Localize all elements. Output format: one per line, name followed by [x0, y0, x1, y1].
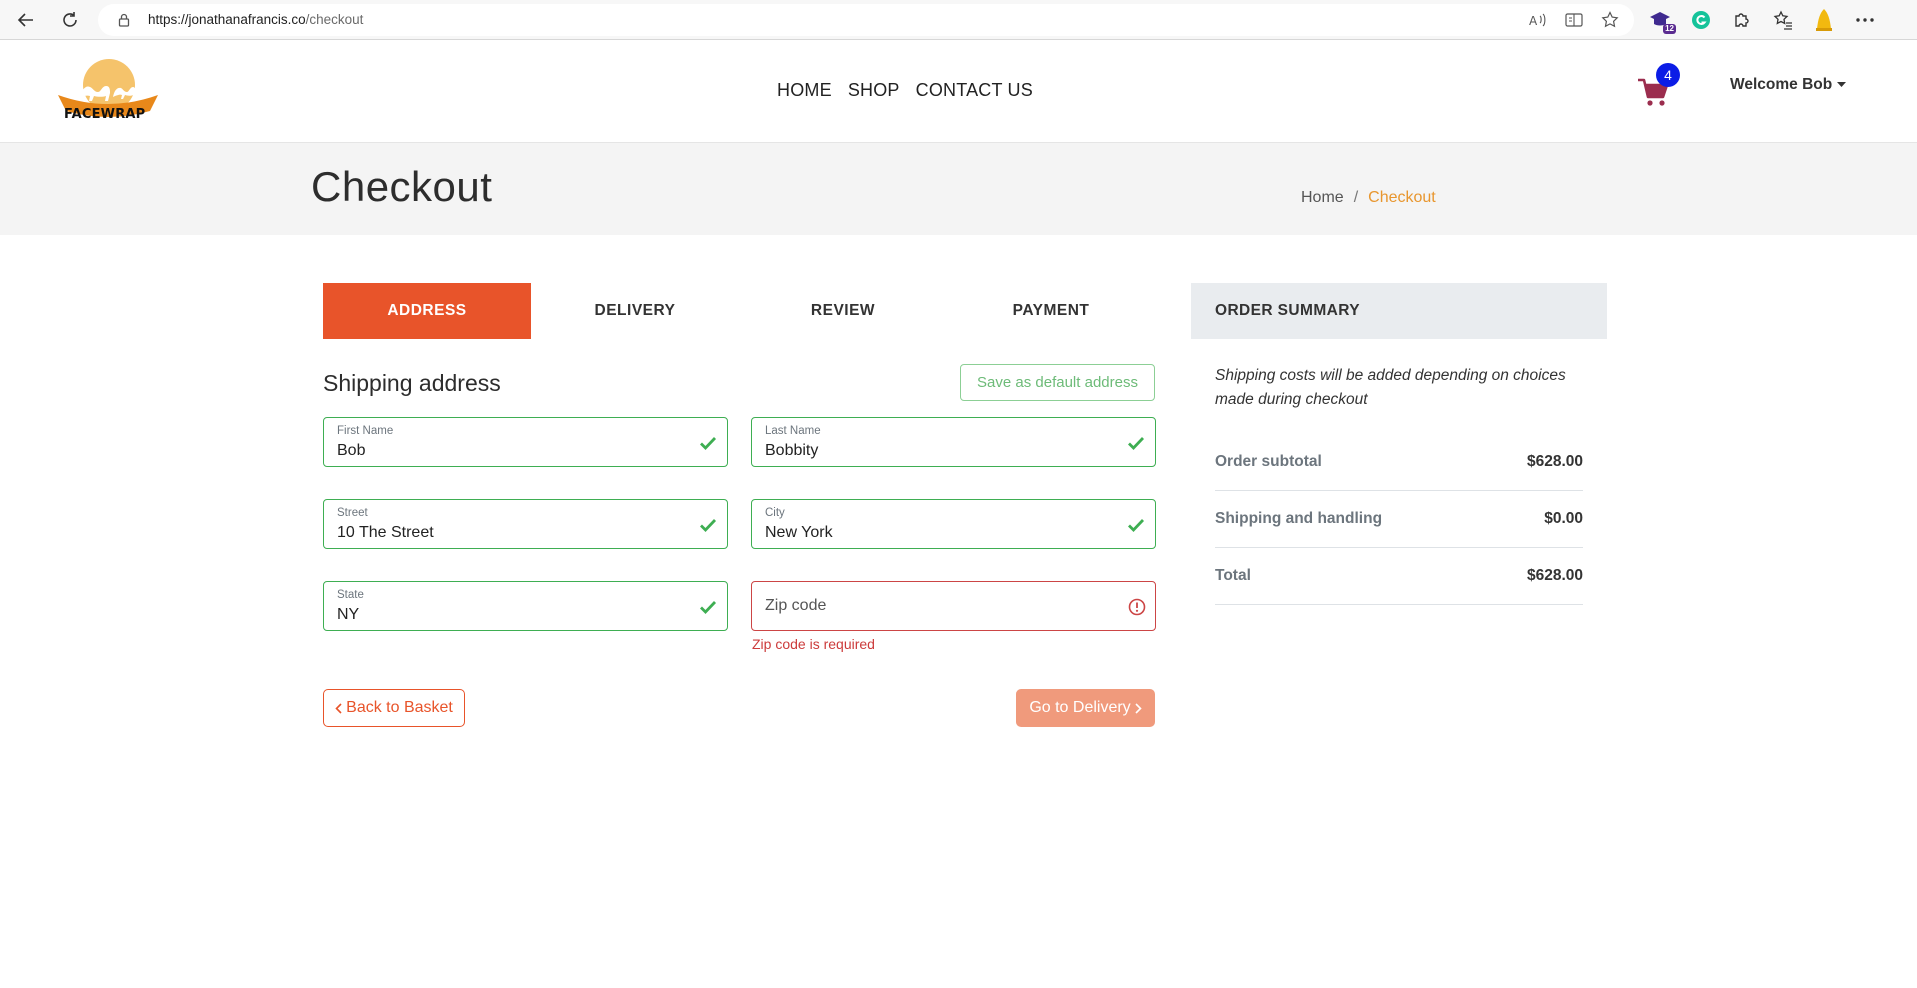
checkmark-icon	[700, 519, 717, 533]
checkmark-icon	[1128, 519, 1145, 533]
back-to-basket-button[interactable]: Back to Basket	[323, 689, 465, 727]
url-host: https://jonathanafrancis.co	[148, 12, 306, 27]
total-row: Total $628.00	[1215, 548, 1583, 605]
breadcrumb-home[interactable]: Home	[1301, 189, 1344, 207]
extensions-puzzle-icon[interactable]	[1730, 8, 1754, 32]
state-value: NY	[337, 606, 360, 623]
shipping-address-heading: Shipping address	[323, 370, 501, 396]
checkmark-icon	[700, 437, 717, 451]
svg-text:A: A	[1529, 14, 1538, 27]
city-field[interactable]: City New York	[751, 499, 1156, 549]
shipping-handling-amount: $0.00	[1544, 510, 1583, 527]
step-address[interactable]: ADDRESS	[323, 283, 531, 339]
checkmark-icon	[700, 601, 717, 615]
breadcrumb-separator: /	[1353, 189, 1359, 206]
first-name-field[interactable]: First Name Bob	[323, 417, 728, 467]
state-field[interactable]: State NY	[323, 581, 728, 631]
browser-toolbar: https://jonathanafrancis.co/checkout A 1…	[0, 0, 1917, 40]
shipping-handling-row: Shipping and handling $0.00	[1215, 491, 1583, 548]
order-subtotal-amount: $628.00	[1526, 453, 1583, 470]
mortarboard-extension-icon[interactable]: 12	[1648, 8, 1676, 34]
address-bar[interactable]: https://jonathanafrancis.co/checkout A	[98, 4, 1634, 36]
checkout-steps: ADDRESS DELIVERY REVIEW PAYMENT	[323, 283, 1155, 339]
total-label: Total	[1215, 567, 1251, 584]
lock-icon[interactable]	[118, 13, 130, 32]
logo-text: FACEWRAP	[64, 107, 146, 122]
step-delivery[interactable]: DELIVERY	[531, 283, 739, 339]
street-label: Street	[337, 507, 368, 519]
page-banner: Checkout Home / Checkout	[0, 143, 1917, 235]
reader-view-icon[interactable]	[1564, 11, 1584, 29]
step-payment[interactable]: PAYMENT	[947, 283, 1155, 339]
last-name-field[interactable]: Last Name Bobbity	[751, 417, 1156, 467]
extension-badge: 12	[1663, 24, 1676, 34]
read-aloud-icon[interactable]: A	[1528, 11, 1548, 29]
error-alert-icon	[1128, 598, 1146, 616]
main-navigation: HOME SHOP CONTACT US	[777, 80, 1033, 101]
cart-count-badge: 4	[1656, 63, 1680, 87]
caret-down-icon	[1837, 82, 1847, 87]
last-name-value: Bobbity	[765, 442, 819, 459]
city-value: New York	[765, 524, 833, 541]
user-menu-dropdown[interactable]: Welcome Bob	[1730, 76, 1847, 94]
step-review[interactable]: REVIEW	[739, 283, 947, 339]
zip-code-error-message: Zip code is required	[752, 636, 875, 652]
first-name-label: First Name	[337, 425, 394, 437]
chevron-left-icon	[335, 702, 342, 714]
breadcrumb: Home / Checkout	[1301, 189, 1436, 207]
breadcrumb-current: Checkout	[1368, 189, 1436, 206]
nav-shop[interactable]: SHOP	[848, 80, 900, 101]
page-title: Checkout	[311, 163, 493, 210]
first-name-value: Bob	[337, 442, 366, 459]
nav-contact-us[interactable]: CONTACT US	[916, 80, 1033, 101]
street-value: 10 The Street	[337, 524, 434, 541]
url-text: https://jonathanafrancis.co/checkout	[148, 12, 363, 27]
more-menu-icon[interactable]	[1853, 8, 1877, 32]
checkmark-icon	[1128, 437, 1145, 451]
profile-icon[interactable]	[1812, 8, 1836, 32]
grammarly-icon[interactable]	[1689, 8, 1713, 32]
shipping-note: Shipping costs will be added depending o…	[1215, 367, 1566, 408]
nav-home[interactable]: HOME	[777, 80, 832, 101]
order-summary-heading: ORDER SUMMARY	[1191, 283, 1607, 339]
site-header: FACEWRAP HOME SHOP CONTACT US 4 Welcome …	[0, 41, 1917, 143]
save-default-address-button[interactable]: Save as default address	[960, 364, 1155, 401]
facewrap-logo[interactable]: FACEWRAP	[58, 57, 158, 127]
url-path: /checkout	[305, 12, 364, 27]
favorites-list-icon[interactable]	[1771, 8, 1795, 32]
total-amount: $628.00	[1526, 567, 1583, 584]
street-field[interactable]: Street 10 The Street	[323, 499, 728, 549]
order-subtotal-label: Order subtotal	[1215, 453, 1322, 470]
back-to-basket-label: Back to Basket	[346, 699, 453, 716]
order-subtotal-row: Order subtotal $628.00	[1215, 434, 1583, 491]
last-name-label: Last Name	[765, 425, 821, 437]
welcome-text: Welcome Bob	[1730, 76, 1833, 93]
city-label: City	[765, 507, 785, 519]
favorite-star-icon[interactable]	[1600, 11, 1620, 29]
zip-code-field[interactable]: Zip code	[751, 581, 1156, 631]
chevron-right-icon	[1135, 702, 1142, 714]
state-label: State	[337, 589, 364, 601]
go-to-delivery-label: Go to Delivery	[1029, 699, 1131, 716]
back-arrow-icon[interactable]	[14, 8, 38, 32]
zip-code-placeholder: Zip code	[765, 597, 827, 614]
shipping-handling-label: Shipping and handling	[1215, 510, 1383, 527]
go-to-delivery-button[interactable]: Go to Delivery	[1016, 689, 1155, 727]
refresh-icon[interactable]	[58, 8, 82, 32]
